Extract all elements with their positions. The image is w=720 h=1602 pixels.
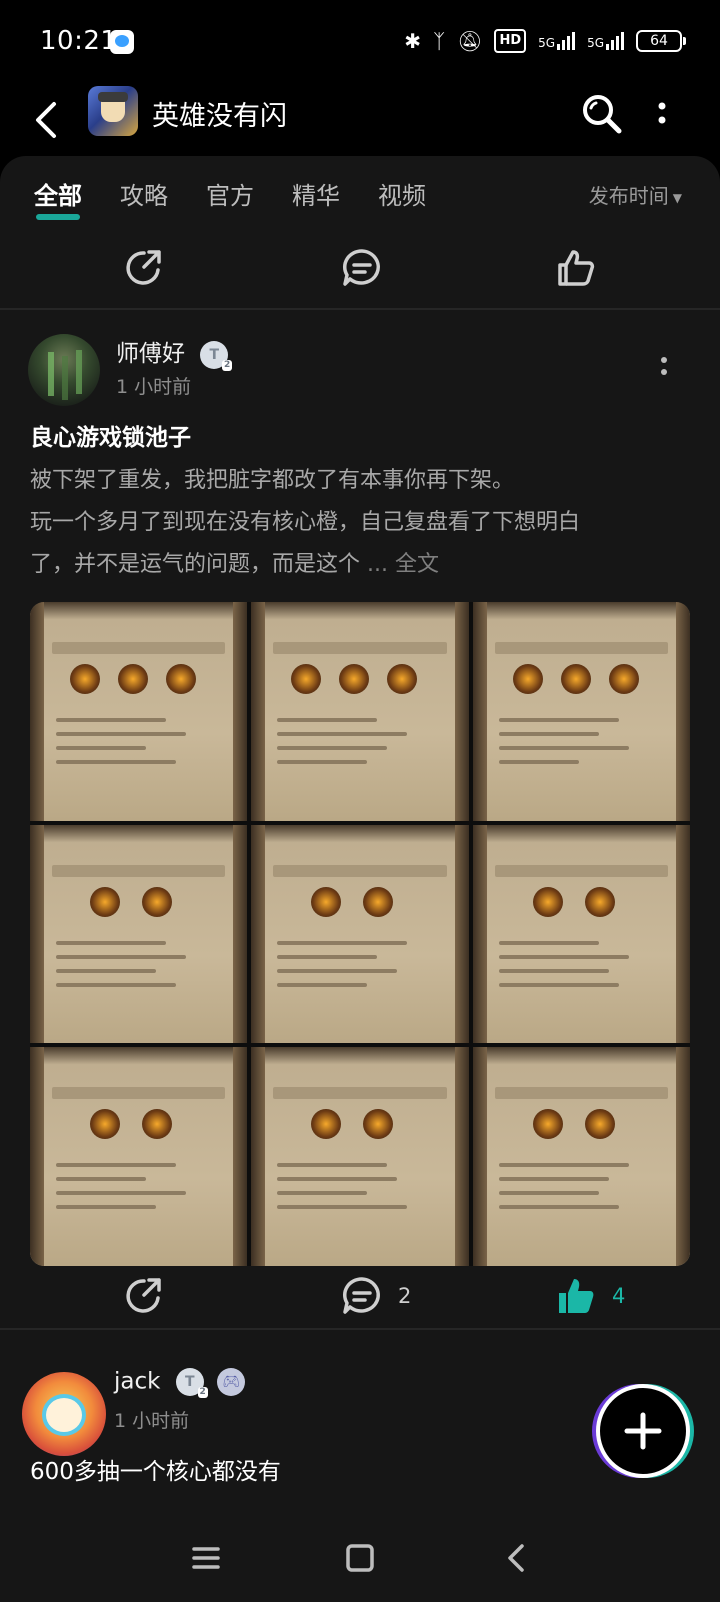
post-divider [0,1328,720,1330]
author-name[interactable]: jack T2 🎮︎ [114,1368,246,1398]
read-full-link[interactable]: 全文 [395,552,439,577]
post-image[interactable] [30,824,248,1044]
post-image-grid [30,602,690,1266]
recent-apps-button[interactable] [186,1538,226,1578]
thumbs-up-icon [558,250,595,286]
share-icon [126,1278,161,1313]
search-icon [583,95,622,134]
ellipsis: ... [367,552,388,577]
post-body-line: 了，并不是运气的问题，而是这个 ... 全文 [30,552,440,577]
share-icon [126,250,161,285]
post-divider [0,308,720,310]
hd-icon: HD [494,29,527,53]
battery-icon: 64 [636,30,686,52]
signal-icon: 5G [587,32,624,50]
avatar[interactable] [22,1372,106,1456]
bluetooth-icon: ✱ [404,29,422,53]
page-title: 英雄没有闪 [152,101,287,132]
level-badge: T2 [200,340,233,371]
post-title[interactable]: 良心游戏锁池子 [30,418,191,452]
more-menu-button[interactable] [652,94,672,134]
vibrate-icon: ᛉ [433,29,446,53]
post-image[interactable] [30,1047,248,1266]
back-arrow-icon [36,102,56,138]
post-image[interactable] [472,602,690,821]
sort-dropdown[interactable]: 发布时间 ▼ [589,180,682,209]
author-name[interactable]: 师傅好 T2 [116,334,233,371]
like-button[interactable]: 4 [554,1274,625,1318]
active-tab-indicator [36,214,80,220]
post-timestamp: 1 小时前 [116,376,192,398]
signal-icon: 5G [538,32,576,50]
back-nav-button[interactable] [496,1538,536,1578]
post-image[interactable] [251,602,469,821]
post-more-button[interactable] [656,352,672,382]
post-image[interactable] [472,824,690,1044]
plus-icon [624,1412,662,1450]
post-body[interactable]: 被下架了重发，我把脏字都改了有本事你再下架。 玩一个多月了到现在没有核心橙，自己… [30,460,690,586]
comment-button[interactable]: 2 [340,1274,411,1318]
more-vertical-icon [658,102,666,124]
tab-featured[interactable]: 精华 [292,176,340,211]
comment-button[interactable] [340,246,384,290]
mute-icon: 🔕︎ [457,29,483,53]
post-image[interactable] [251,824,469,1044]
post-body-line: 玩一个多月了到现在没有核心橙，自己复盘看了下想明白 [30,510,581,535]
post-timestamp: 1 小时前 [114,1410,190,1432]
game-app-icon[interactable] [88,86,138,136]
previous-post-actions [0,246,720,302]
menu-icon [192,1547,220,1569]
post-title[interactable]: 600多抽一个核心都没有 [30,1452,281,1486]
home-button[interactable] [340,1538,380,1578]
post-image[interactable] [472,1047,690,1266]
author-name-label: jack [114,1368,161,1395]
comment-icon [342,249,380,286]
share-button[interactable] [122,246,166,290]
back-chevron-icon [508,1544,524,1572]
tab-guides[interactable]: 攻略 [120,176,168,211]
avatar[interactable] [28,334,100,406]
share-button[interactable] [122,1274,166,1318]
comment-icon [342,1277,380,1314]
post-image[interactable] [30,602,248,821]
tab-official[interactable]: 官方 [206,176,254,211]
like-button[interactable] [554,246,598,290]
create-post-button[interactable] [596,1384,690,1478]
search-button[interactable] [580,92,624,136]
home-square-icon [346,1544,374,1572]
tab-video[interactable]: 视频 [378,176,426,211]
gamepad-badge-icon: 🎮︎ [217,1368,246,1396]
author-name-label: 师傅好 [116,341,185,367]
category-tabs: 全部 攻略 官方 精华 视频 发布时间 ▼ [0,176,720,226]
thumbs-up-filled-icon [559,1279,594,1313]
system-nav-bar [0,1516,720,1602]
status-bar: 10:21 ✱ ᛉ 🔕︎ HD 5G 5G 64 [0,0,720,86]
post-body-line: 被下架了重发，我把脏字都改了有本事你再下架。 [30,468,515,493]
post-actions: 2 4 [0,1274,720,1334]
more-vertical-icon [661,357,667,375]
post-image[interactable] [251,1047,469,1266]
feed-sheet: 全部 攻略 官方 精华 视频 发布时间 ▼ 师傅好 T 2 1 小时前 良心游戏… [0,156,720,1602]
app-header: 英雄没有闪 [0,86,720,156]
status-icons: ✱ ᛉ 🔕︎ HD 5G 5G 64 [404,28,686,54]
caret-down-icon: ▼ [672,190,682,205]
like-count: 4 [612,1284,626,1308]
sort-label: 发布时间 [588,184,669,208]
tab-all[interactable]: 全部 [34,176,82,211]
back-button[interactable] [28,98,68,142]
message-notification-icon [110,30,134,54]
comment-count: 2 [398,1284,412,1308]
level-badge: T2 [175,1368,208,1398]
status-time: 10:21 [40,26,118,56]
